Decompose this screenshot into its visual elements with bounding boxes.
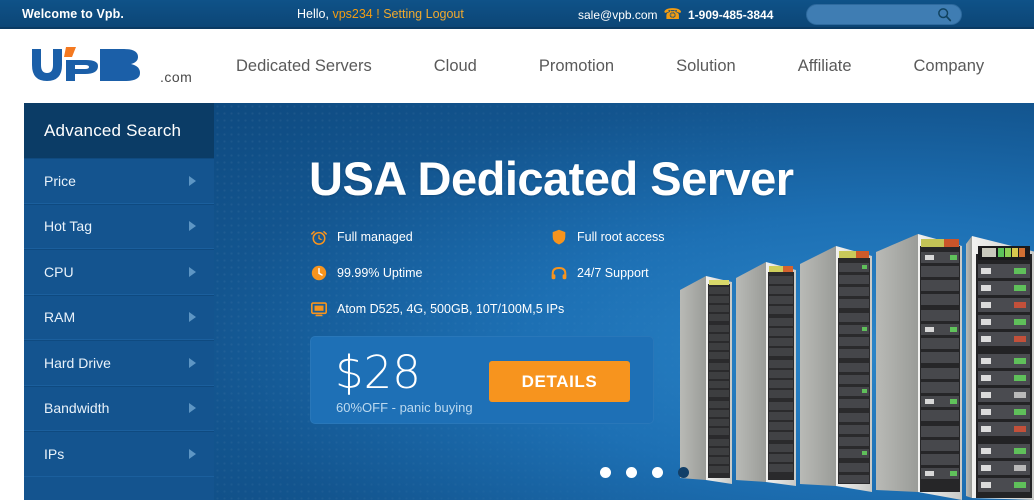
utility-top-bar: Welcome to Vpb. Hello, vps234 ! Setting … (0, 0, 1034, 29)
site-logo[interactable]: .com (28, 43, 208, 89)
account-greeting: Hello, vps234 ! Setting Logout (297, 7, 464, 21)
chevron-right-icon (189, 357, 196, 368)
carousel-pagination (214, 467, 1034, 478)
feature-label: Full root access (577, 230, 665, 244)
feature-label: Atom D525, 4G, 500GB, 10T/100M,5 IPs (337, 302, 565, 316)
page-root: Welcome to Vpb. Hello, vps234 ! Setting … (0, 0, 1034, 500)
banner-title: USA Dedicated Server (309, 152, 794, 205)
chevron-right-icon (189, 221, 196, 232)
advanced-search-sidebar: Advanced Search Price Hot Tag CPU RAM Ha… (24, 103, 214, 500)
sidebar-item-cpu[interactable]: CPU (24, 249, 214, 295)
carousel-dot-4[interactable] (677, 467, 689, 478)
headset-icon (551, 267, 567, 280)
sidebar-item-hot-tag[interactable]: Hot Tag (24, 203, 214, 249)
alarm-clock-icon (311, 231, 327, 245)
nav-dedicated-servers[interactable]: Dedicated Servers (205, 57, 403, 76)
sidebar-item-label: Price (44, 172, 76, 189)
monitor-icon (310, 302, 328, 317)
clock-icon (311, 265, 327, 281)
sidebar-item-label: Hard Drive (44, 354, 111, 371)
contact-email[interactable]: sale@vpb.com (578, 8, 658, 22)
setting-link[interactable]: Setting (383, 7, 422, 21)
feature-row: 99.99% Uptime 24/7 Support (310, 264, 730, 300)
main-navigation: Dedicated Servers Cloud Promotion Soluti… (205, 29, 1015, 103)
banner-feature-list: Full managed Full root access 99.99% Upt… (310, 228, 730, 336)
sidebar-item-ram[interactable]: RAM (24, 294, 214, 340)
chevron-right-icon (189, 175, 196, 186)
price-amount: $28 (335, 346, 421, 399)
sidebar-item-label: CPU (44, 263, 74, 280)
sidebar-title: Advanced Search (24, 103, 214, 158)
site-header: .com Dedicated Servers Cloud Promotion S… (0, 29, 1034, 103)
price-promo-box: $28 60%OFF - panic buying DETAILS (310, 336, 654, 424)
search-box[interactable] (806, 4, 962, 25)
feature-full-root-access: Full root access (550, 228, 665, 246)
logout-link[interactable]: Logout (426, 7, 464, 21)
chevron-right-icon (189, 403, 196, 414)
search-input[interactable] (807, 5, 931, 24)
feature-uptime: 99.99% Uptime (310, 264, 422, 282)
sidebar-item-label: IPs (44, 445, 65, 462)
price-note: 60%OFF - panic buying (336, 400, 473, 415)
hero-banner: USA Dedicated Server Full managed Full r… (214, 103, 1034, 500)
sidebar-item-label: Bandwidth (44, 400, 110, 417)
sidebar-item-price[interactable]: Price (24, 158, 214, 204)
feature-label: 24/7 Support (577, 266, 649, 280)
nav-cloud[interactable]: Cloud (403, 57, 508, 76)
sidebar-item-ips[interactable]: IPs (24, 431, 214, 477)
greeting-prefix: Hello, (297, 7, 329, 21)
carousel-dot-2[interactable] (625, 467, 637, 478)
sidebar-item-label: RAM (44, 309, 76, 326)
feature-row: Full managed Full root access (310, 228, 730, 264)
feature-full-managed: Full managed (310, 228, 413, 246)
logo-suffix: .com (160, 69, 193, 85)
nav-company[interactable]: Company (883, 57, 1016, 76)
logo-mark (32, 47, 140, 81)
greeting-separator: ! (376, 7, 380, 21)
feature-label: 99.99% Uptime (337, 266, 423, 280)
chevron-right-icon (189, 448, 196, 459)
search-icon[interactable] (937, 7, 952, 22)
feature-support: 24/7 Support (550, 264, 649, 282)
phone-icon: ☎ (663, 6, 682, 23)
chevron-right-icon (189, 266, 196, 277)
feature-label: Full managed (337, 230, 413, 244)
carousel-dot-3[interactable] (651, 467, 663, 478)
welcome-text: Welcome to Vpb. (22, 6, 124, 21)
username-label: vps234 (332, 7, 373, 21)
contact-phone: 1-909-485-3844 (688, 8, 774, 22)
sidebar-item-bandwidth[interactable]: Bandwidth (24, 385, 214, 431)
sidebar-item-label: Hot Tag (44, 218, 92, 235)
nav-solution[interactable]: Solution (645, 57, 767, 76)
chevron-right-icon (189, 312, 196, 323)
sidebar-item-hard-drive[interactable]: Hard Drive (24, 340, 214, 386)
carousel-dot-1[interactable] (599, 467, 611, 478)
main-content: Advanced Search Price Hot Tag CPU RAM Ha… (0, 103, 1034, 500)
feature-spec: Atom D525, 4G, 500GB, 10T/100M,5 IPs (310, 300, 564, 318)
nav-affiliate[interactable]: Affiliate (767, 57, 883, 76)
feature-row: Atom D525, 4G, 500GB, 10T/100M,5 IPs (310, 300, 730, 336)
shield-icon (552, 229, 566, 245)
server-racks-image (680, 234, 1034, 500)
nav-promotion[interactable]: Promotion (508, 57, 645, 76)
details-button[interactable]: DETAILS (489, 361, 630, 402)
